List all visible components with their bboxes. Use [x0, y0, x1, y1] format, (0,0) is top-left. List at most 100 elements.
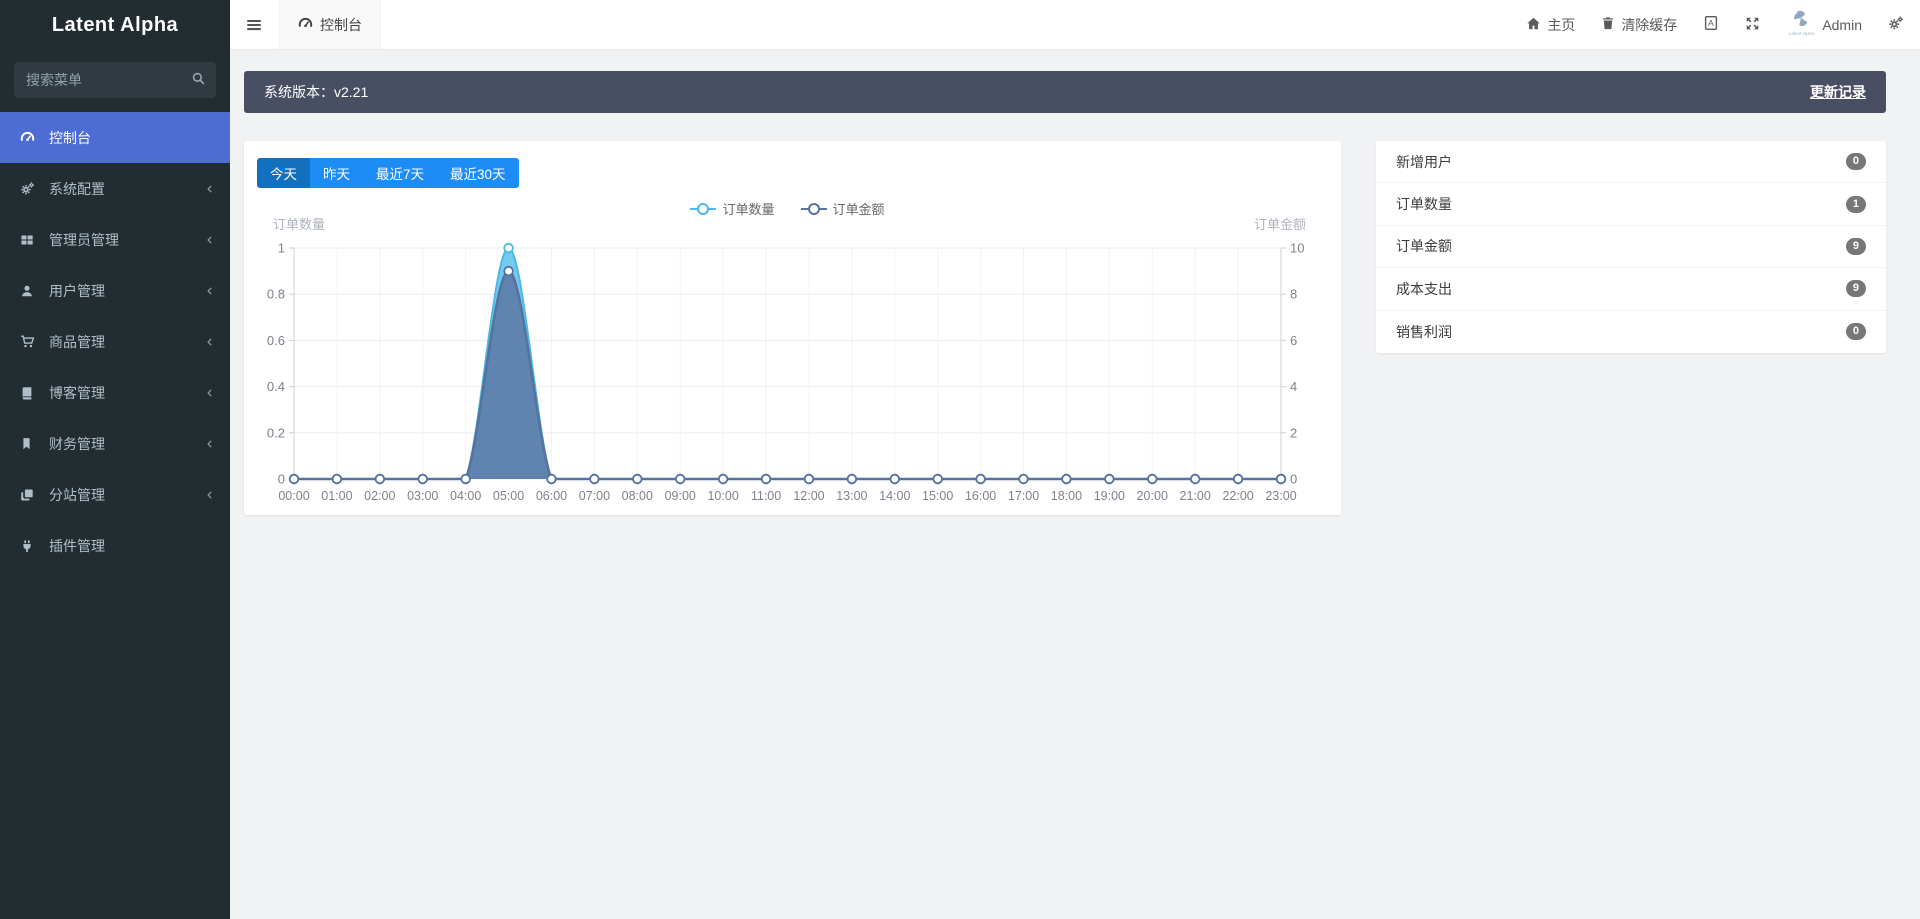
svg-text:09:00: 09:00 — [665, 489, 696, 503]
svg-text:12:00: 12:00 — [793, 489, 824, 503]
home-link[interactable]: 主页 — [1526, 15, 1575, 35]
stat-label: 销售利润 — [1396, 323, 1452, 340]
th-large-icon — [20, 233, 40, 247]
stat-row-4: 销售利润 0 — [1376, 311, 1886, 353]
sidebar-item-label: 插件管理 — [49, 537, 105, 554]
svg-text:0: 0 — [278, 472, 285, 487]
stat-row-0: 新增用户 0 — [1376, 141, 1886, 184]
user-menu[interactable]: Latent Alpha Admin — [1786, 8, 1862, 42]
svg-text:4: 4 — [1290, 379, 1297, 394]
fullscreen-button[interactable] — [1745, 16, 1760, 34]
svg-text:18:00: 18:00 — [1051, 489, 1082, 503]
chevron-left-icon — [204, 183, 216, 195]
svg-text:05:00: 05:00 — [493, 489, 524, 503]
settings-button[interactable] — [1888, 15, 1904, 34]
sidebar-item-label: 财务管理 — [49, 435, 105, 452]
update-log-link[interactable]: 更新记录 — [1810, 82, 1866, 102]
sidebar-item-user-mgmt[interactable]: 用户管理 — [0, 265, 230, 316]
gauge-icon — [20, 130, 40, 145]
clear-cache-label: 清除缓存 — [1621, 16, 1678, 33]
stat-label: 成本支出 — [1396, 280, 1452, 297]
pinwheel-logo-icon — [1791, 8, 1811, 31]
svg-text:01:00: 01:00 — [321, 489, 352, 503]
sidebar-item-label: 系统配置 — [49, 180, 105, 197]
top-navbar: 控制台 主页 清除缓存 A Latent Alpha Admin — [230, 0, 1920, 50]
tab-dashboard[interactable]: 控制台 — [279, 0, 381, 49]
svg-text:22:00: 22:00 — [1222, 489, 1253, 503]
gears-icon — [1888, 15, 1904, 34]
search-input[interactable] — [14, 62, 216, 98]
sidebar-item-blog-mgmt[interactable]: 博客管理 — [0, 367, 230, 418]
svg-text:A: A — [1708, 18, 1714, 28]
chevron-left-icon — [204, 234, 216, 246]
hamburger-icon[interactable] — [230, 0, 278, 49]
stat-label: 订单金额 — [1396, 238, 1452, 255]
avatar-caption: Latent Alpha — [1788, 30, 1814, 36]
svg-text:19:00: 19:00 — [1094, 489, 1125, 503]
sidebar-item-system-config[interactable]: 系统配置 — [0, 163, 230, 214]
sidebar-item-label: 博客管理 — [49, 384, 105, 401]
svg-text:0.2: 0.2 — [267, 425, 285, 440]
svg-text:8: 8 — [1290, 287, 1297, 302]
stat-row-1: 订单数量 1 — [1376, 183, 1886, 226]
sidebar-item-finance-mgmt[interactable]: 财务管理 — [0, 418, 230, 469]
app-title: Latent Alpha — [51, 13, 179, 36]
stat-badge: 9 — [1845, 237, 1866, 255]
svg-text:16:00: 16:00 — [965, 489, 996, 503]
sidebar-item-label: 用户管理 — [49, 282, 105, 299]
sidebar-item-label: 管理员管理 — [49, 231, 119, 248]
stats-panel: 新增用户 0 订单数量 1 订单金额 9 成本支出 9 销售利润 0 — [1376, 141, 1886, 353]
user-name: Admin — [1822, 16, 1862, 33]
stat-badge: 0 — [1845, 153, 1866, 171]
user-icon — [20, 284, 40, 298]
avatar: Latent Alpha — [1786, 8, 1816, 42]
sidebar-item-dashboard[interactable]: 控制台 — [0, 112, 230, 163]
stat-badge: 0 — [1845, 323, 1866, 341]
svg-text:订单金额: 订单金额 — [1254, 217, 1306, 232]
home-label: 主页 — [1547, 16, 1576, 33]
svg-text:1: 1 — [278, 241, 285, 256]
search-icon[interactable] — [191, 71, 206, 91]
chevron-left-icon — [204, 336, 216, 348]
sidebar: Latent Alpha 控制台系统配置管理员管理用户管理商品管理博客管理财务管… — [0, 0, 230, 919]
language-icon: A — [1703, 15, 1719, 34]
sidebar-item-plugin-mgmt[interactable]: 插件管理 — [0, 520, 230, 571]
cogs-icon — [20, 181, 40, 196]
svg-text:02:00: 02:00 — [364, 489, 395, 503]
sidebar-item-substation-mgmt[interactable]: 分站管理 — [0, 469, 230, 520]
stat-label: 新增用户 — [1396, 153, 1452, 170]
chevron-left-icon — [204, 438, 216, 450]
svg-text:2: 2 — [1290, 425, 1297, 440]
sidebar-item-admin-mgmt[interactable]: 管理员管理 — [0, 214, 230, 265]
svg-text:17:00: 17:00 — [1008, 489, 1039, 503]
book-icon — [20, 386, 40, 400]
svg-text:6: 6 — [1290, 333, 1297, 348]
svg-text:0.4: 0.4 — [267, 379, 285, 394]
sidebar-menu: 控制台系统配置管理员管理用户管理商品管理博客管理财务管理分站管理插件管理 — [0, 112, 230, 571]
tab-label: 控制台 — [320, 16, 362, 33]
language-button[interactable]: A — [1703, 15, 1719, 34]
orders-chart-card: 今天 昨天 最近7天 最近30天 订单数量 订单金额 0 0.2 0.4 0.6 0.8 1 0 2 4… — [244, 141, 1341, 515]
svg-text:14:00: 14:00 — [879, 489, 910, 503]
svg-text:10: 10 — [1290, 241, 1304, 256]
svg-text:0: 0 — [1290, 472, 1297, 487]
svg-text:21:00: 21:00 — [1180, 489, 1211, 503]
svg-text:0.6: 0.6 — [267, 333, 285, 348]
gauge-icon — [298, 16, 313, 34]
clear-cache-button[interactable]: 清除缓存 — [1601, 15, 1677, 35]
trash-icon — [1601, 16, 1615, 33]
svg-text:13:00: 13:00 — [836, 489, 867, 503]
svg-text:订单数量: 订单数量 — [273, 217, 325, 232]
menu-search — [14, 62, 216, 98]
svg-text:04:00: 04:00 — [450, 489, 481, 503]
chevron-left-icon — [204, 387, 216, 399]
sidebar-item-label: 商品管理 — [49, 333, 105, 350]
stat-badge: 1 — [1845, 195, 1866, 213]
version-banner: 系统版本：v2.21 更新记录 — [244, 71, 1886, 113]
svg-text:23:00: 23:00 — [1265, 489, 1296, 503]
clone-icon — [20, 488, 40, 502]
sidebar-item-label: 分站管理 — [49, 486, 105, 503]
plug-icon — [20, 539, 40, 553]
sidebar-item-product-mgmt[interactable]: 商品管理 — [0, 316, 230, 367]
stat-row-3: 成本支出 9 — [1376, 268, 1886, 311]
